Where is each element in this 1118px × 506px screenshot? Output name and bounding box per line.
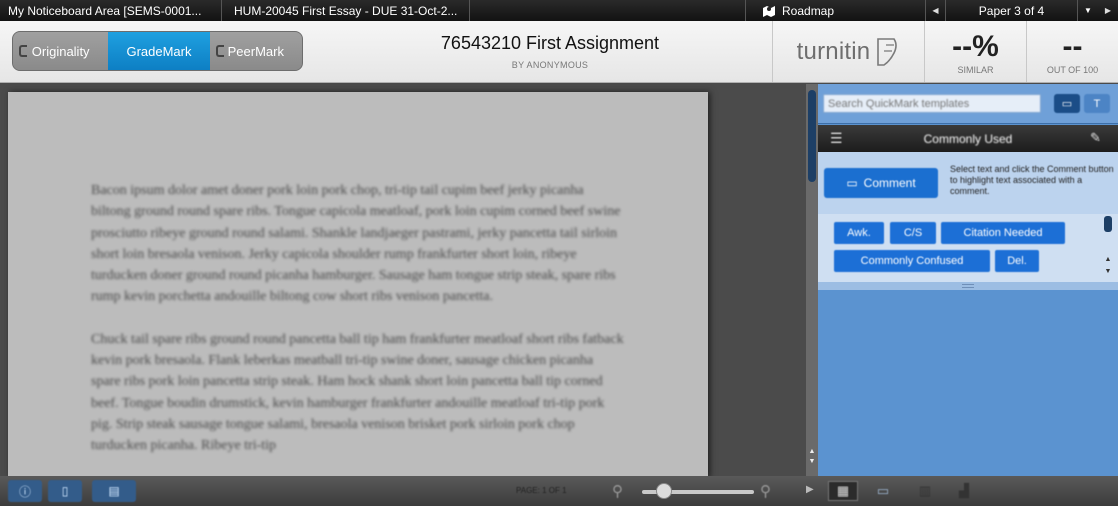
info-button[interactable]: ⓘ bbox=[8, 480, 42, 502]
rubric-button[interactable]: ▥ bbox=[912, 481, 938, 501]
triangle-left-icon: ◀ bbox=[932, 6, 939, 15]
quickmark-list: Awk. C/S Citation Needed Commonly Confus… bbox=[818, 214, 1118, 282]
comment-button-label: Comment bbox=[863, 176, 916, 190]
text-icon: T bbox=[1093, 97, 1101, 110]
turnitin-page-icon bbox=[877, 37, 898, 66]
paragraph[interactable]: Chuck tail spare ribs ground round pance… bbox=[91, 329, 625, 457]
quickmark-chip[interactable]: Del. bbox=[995, 250, 1039, 272]
rubric-icon: ▥ bbox=[918, 483, 932, 498]
text-view-button[interactable]: T bbox=[1084, 94, 1110, 113]
scroll-up-arrow-icon[interactable]: ▲ bbox=[1104, 256, 1112, 263]
scrollbar-thumb[interactable] bbox=[1104, 216, 1112, 232]
roadmap-label: Roadmap bbox=[782, 3, 835, 18]
paper-dropdown-button[interactable]: ▼ bbox=[1078, 0, 1098, 21]
zoom-out-icon[interactable]: ⚲ bbox=[612, 482, 623, 500]
top-bar: My Noticeboard Area [SEMS-0001... HUM-20… bbox=[0, 0, 1118, 21]
feedback-summary-button[interactable]: ▭ bbox=[870, 481, 896, 501]
similarity-value: --% bbox=[952, 30, 999, 63]
grademark-label: GradeMark bbox=[126, 43, 192, 59]
comments-layer-icon: ▦ bbox=[836, 483, 850, 498]
bar-chart-icon: ▟ bbox=[959, 483, 969, 498]
quickmark-chip[interactable]: Commonly Confused bbox=[834, 250, 990, 272]
assignment-link[interactable]: HUM-20045 First Essay - DUE 31-Oct-2... bbox=[222, 0, 470, 21]
class-name-link[interactable]: My Noticeboard Area [SEMS-0001... bbox=[0, 0, 222, 21]
print-button[interactable]: ▤ bbox=[92, 480, 136, 502]
page-icon: ▯ bbox=[61, 484, 69, 498]
originality-label: Originality bbox=[31, 43, 90, 59]
next-paper-button[interactable]: ▶ bbox=[1098, 0, 1118, 21]
triangle-right-icon: ▶ bbox=[1104, 6, 1112, 15]
document-author: BY ANONYMOUS bbox=[511, 60, 589, 70]
quickmark-set-title[interactable]: Commonly Used bbox=[898, 132, 1038, 146]
grip-icon bbox=[962, 284, 974, 288]
top-bar-spacer bbox=[470, 0, 746, 21]
quickmark-search-bar: ▭ T bbox=[818, 84, 1118, 124]
peermark-label: PeerMark bbox=[227, 43, 284, 59]
document-toolbar: ⓘ ▯ ▤ PAGE: 1 OF 1 ⚲ ⚲ bbox=[0, 476, 818, 506]
assignment-text: HUM-20045 First Essay - DUE 31-Oct-2... bbox=[234, 3, 458, 18]
comment-area: ▭ Comment Select text and click the Comm… bbox=[818, 152, 1118, 214]
quickmark-set-bar: ☰ Commonly Used ✎ bbox=[818, 125, 1118, 152]
mode-switcher: Originality GradeMark PeerMark bbox=[12, 31, 303, 71]
comment-help-text: Select text and click the Comment button… bbox=[950, 164, 1114, 196]
collapse-panel-arrow-icon[interactable]: ▶ bbox=[806, 484, 814, 495]
document-scrollbar[interactable]: ▲ ▼ bbox=[806, 84, 818, 476]
quickmark-chip[interactable]: C/S bbox=[890, 222, 936, 244]
grademark-tab[interactable]: GradeMark bbox=[108, 32, 210, 70]
zoom-slider-handle[interactable] bbox=[656, 483, 673, 499]
quickmark-scrollbar[interactable]: ▲ ▼ bbox=[1102, 216, 1114, 280]
similarity-score[interactable]: --% SIMILAR bbox=[924, 21, 1026, 82]
quickmark-chip[interactable]: Awk. bbox=[834, 222, 884, 244]
panel-toolbar: ▦ ▭ ▥ ▟ bbox=[818, 476, 1118, 506]
quickmark-panel: ▭ T ☰ Commonly Used ✎ ▭ Comment Select t… bbox=[818, 84, 1118, 476]
scrollbar-thumb[interactable] bbox=[808, 90, 816, 182]
document-page[interactable]: Bacon ipsum dolor amet doner pork loin p… bbox=[8, 92, 708, 478]
page-view-button[interactable]: ▯ bbox=[48, 480, 82, 502]
tab-notch-icon bbox=[19, 45, 27, 57]
comment-bubble-icon: ▭ bbox=[1061, 98, 1073, 110]
grade-value: -- bbox=[1062, 30, 1083, 63]
comment-button[interactable]: ▭ Comment bbox=[824, 168, 938, 198]
print-icon: ▤ bbox=[108, 484, 120, 498]
roadmap-icon bbox=[763, 5, 775, 17]
zoom-in-icon[interactable]: ⚲ bbox=[760, 482, 771, 500]
roadmap-button[interactable]: Roadmap bbox=[746, 0, 926, 21]
panel-resize-handle[interactable] bbox=[818, 282, 1118, 290]
similarity-label: SIMILAR bbox=[957, 65, 994, 75]
triangle-down-icon: ▼ bbox=[1084, 6, 1092, 15]
document-title-block: 76543210 First Assignment BY ANONYMOUS bbox=[400, 21, 700, 82]
quickmark-chip[interactable]: Citation Needed bbox=[941, 222, 1065, 244]
document-viewer: Bacon ipsum dolor amet doner pork loin p… bbox=[0, 84, 806, 478]
grade-label: OUT OF 100 bbox=[1046, 65, 1099, 75]
list-icon[interactable]: ☰ bbox=[830, 130, 843, 147]
document-text[interactable]: Bacon ipsum dolor amet doner pork loin p… bbox=[91, 180, 625, 478]
scroll-down-arrow-icon[interactable]: ▼ bbox=[808, 458, 816, 466]
quickmark-search-input[interactable] bbox=[823, 94, 1041, 113]
speech-bubble-icon: ▭ bbox=[876, 483, 890, 498]
grading-stats-button[interactable]: ▟ bbox=[950, 481, 978, 501]
originality-tab[interactable]: Originality bbox=[13, 32, 109, 70]
previous-paper-button[interactable]: ◀ bbox=[926, 0, 946, 21]
paragraph[interactable]: Bacon ipsum dolor amet doner pork loin p… bbox=[91, 180, 625, 308]
grade-score[interactable]: -- OUT OF 100 bbox=[1026, 21, 1118, 82]
wrench-icon[interactable]: ✎ bbox=[1090, 130, 1101, 146]
class-name-text: My Noticeboard Area [SEMS-0001... bbox=[8, 3, 202, 18]
comment-bubble-icon: ▭ bbox=[846, 176, 858, 190]
paper-counter-label: Paper 3 of 4 bbox=[978, 3, 1045, 18]
paper-counter[interactable]: Paper 3 of 4 bbox=[946, 0, 1078, 21]
comments-layer-button[interactable]: ▦ bbox=[828, 481, 858, 501]
info-icon: ⓘ bbox=[18, 484, 31, 499]
scroll-down-arrow-icon[interactable]: ▼ bbox=[1104, 268, 1112, 275]
scroll-up-arrow-icon[interactable]: ▲ bbox=[808, 448, 816, 456]
turnitin-wordmark: turnitin bbox=[796, 37, 871, 65]
header: Originality GradeMark PeerMark 76543210 … bbox=[0, 21, 1118, 83]
document-title: 76543210 First Assignment bbox=[440, 33, 660, 53]
page-indicator: PAGE: 1 OF 1 bbox=[516, 486, 567, 495]
turnitin-grademark-app: My Noticeboard Area [SEMS-0001... HUM-20… bbox=[0, 0, 1118, 506]
comment-view-button[interactable]: ▭ bbox=[1054, 94, 1080, 113]
peermark-tab[interactable]: PeerMark bbox=[209, 32, 302, 70]
turnitin-logo: turnitin bbox=[772, 21, 924, 82]
tab-notch-icon bbox=[215, 45, 224, 57]
